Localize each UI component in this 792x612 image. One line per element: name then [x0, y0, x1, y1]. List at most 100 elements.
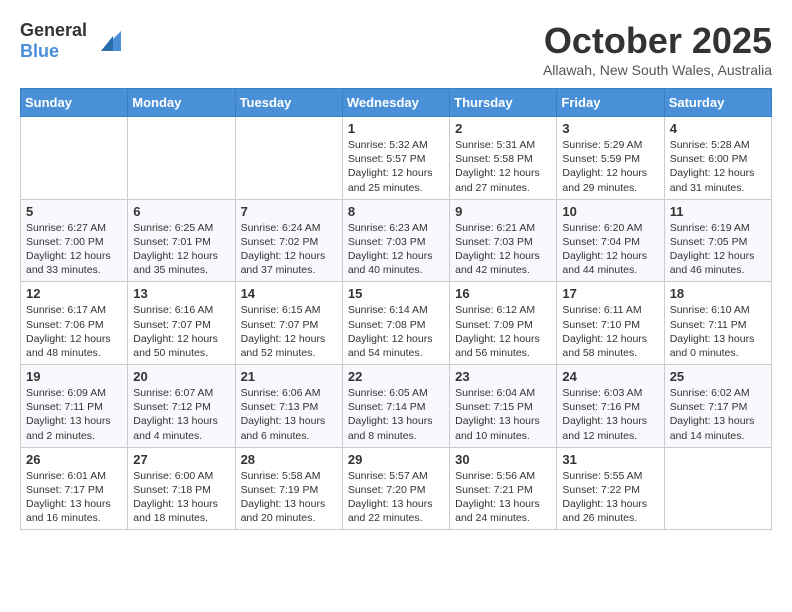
day-number: 1: [348, 121, 444, 136]
calendar-cell: [235, 117, 342, 200]
day-info: Sunset: 7:10 PM: [562, 318, 658, 332]
page-header: General Blue October 2025 Allawah, New S…: [20, 20, 772, 78]
weekday-header: Tuesday: [235, 89, 342, 117]
day-info: and 58 minutes.: [562, 346, 658, 360]
day-info: Sunset: 7:14 PM: [348, 400, 444, 414]
day-info: Daylight: 13 hours: [348, 414, 444, 428]
day-info: Daylight: 12 hours: [26, 249, 122, 263]
day-info: and 16 minutes.: [26, 511, 122, 525]
day-info: Sunset: 7:07 PM: [133, 318, 229, 332]
day-info: Daylight: 12 hours: [670, 166, 766, 180]
day-info: and 42 minutes.: [455, 263, 551, 277]
day-info: Sunrise: 5:32 AM: [348, 138, 444, 152]
day-info: and 20 minutes.: [241, 511, 337, 525]
day-number: 4: [670, 121, 766, 136]
calendar-cell: 16Sunrise: 6:12 AMSunset: 7:09 PMDayligh…: [450, 282, 557, 365]
calendar-cell: [21, 117, 128, 200]
calendar-cell: [128, 117, 235, 200]
day-info: Daylight: 13 hours: [455, 414, 551, 428]
calendar-cell: 4 Sunrise: 5:28 AMSunset: 6:00 PMDaylight…: [664, 117, 771, 200]
calendar-cell: 21Sunrise: 6:06 AMSunset: 7:13 PMDayligh…: [235, 365, 342, 448]
day-info: and 12 minutes.: [562, 429, 658, 443]
day-info: Daylight: 12 hours: [241, 249, 337, 263]
day-info: Sunset: 7:21 PM: [455, 483, 551, 497]
weekday-header: Sunday: [21, 89, 128, 117]
day-info: Sunrise: 6:11 AM: [562, 303, 658, 317]
day-info: Sunset: 7:20 PM: [348, 483, 444, 497]
calendar-table: SundayMondayTuesdayWednesdayThursdayFrid…: [20, 88, 772, 530]
day-info: Sunrise: 6:14 AM: [348, 303, 444, 317]
day-number: 8: [348, 204, 444, 219]
day-info: and 4 minutes.: [133, 429, 229, 443]
day-info: Daylight: 12 hours: [670, 249, 766, 263]
day-info: Sunset: 7:18 PM: [133, 483, 229, 497]
calendar-cell: 8Sunrise: 6:23 AMSunset: 7:03 PMDaylight…: [342, 199, 449, 282]
day-info: Daylight: 12 hours: [133, 332, 229, 346]
calendar-week-row: 5Sunrise: 6:27 AMSunset: 7:00 PMDaylight…: [21, 199, 772, 282]
day-info: Sunrise: 6:15 AM: [241, 303, 337, 317]
day-number: 29: [348, 452, 444, 467]
day-info: Sunrise: 6:24 AM: [241, 221, 337, 235]
day-info: Sunset: 7:22 PM: [562, 483, 658, 497]
day-info: and 0 minutes.: [670, 346, 766, 360]
day-info: Sunset: 7:19 PM: [241, 483, 337, 497]
calendar-cell: 1 Sunrise: 5:32 AMSunset: 5:57 PMDaylight…: [342, 117, 449, 200]
day-info: Daylight: 12 hours: [348, 166, 444, 180]
day-info: and 29 minutes.: [562, 181, 658, 195]
day-info: and 25 minutes.: [348, 181, 444, 195]
calendar-cell: 17Sunrise: 6:11 AMSunset: 7:10 PMDayligh…: [557, 282, 664, 365]
day-info: Sunrise: 6:19 AM: [670, 221, 766, 235]
calendar-cell: 29Sunrise: 5:57 AMSunset: 7:20 PMDayligh…: [342, 447, 449, 530]
day-info: Sunrise: 6:20 AM: [562, 221, 658, 235]
logo-icon: [91, 26, 121, 56]
day-info: Sunset: 7:11 PM: [670, 318, 766, 332]
day-info: and 14 minutes.: [670, 429, 766, 443]
day-info: Sunset: 7:11 PM: [26, 400, 122, 414]
day-info: Sunrise: 5:55 AM: [562, 469, 658, 483]
weekday-header: Saturday: [664, 89, 771, 117]
day-info: Daylight: 13 hours: [562, 414, 658, 428]
day-info: Sunrise: 6:06 AM: [241, 386, 337, 400]
day-info: and 26 minutes.: [562, 511, 658, 525]
day-info: Sunrise: 6:02 AM: [670, 386, 766, 400]
day-number: 21: [241, 369, 337, 384]
day-info: Daylight: 12 hours: [133, 249, 229, 263]
calendar-cell: 13Sunrise: 6:16 AMSunset: 7:07 PMDayligh…: [128, 282, 235, 365]
calendar-week-row: 1Sunrise: 5:32 AMSunset: 5:57 PMDaylight…: [21, 117, 772, 200]
day-info: and 44 minutes.: [562, 263, 658, 277]
day-number: 6: [133, 204, 229, 219]
calendar-cell: 7Sunrise: 6:24 AMSunset: 7:02 PMDaylight…: [235, 199, 342, 282]
day-info: and 24 minutes.: [455, 511, 551, 525]
day-info: Daylight: 13 hours: [670, 332, 766, 346]
day-info: Sunrise: 6:27 AM: [26, 221, 122, 235]
day-info: Daylight: 12 hours: [455, 332, 551, 346]
day-info: Daylight: 13 hours: [26, 497, 122, 511]
day-number: 2: [455, 121, 551, 136]
day-info: Sunset: 7:03 PM: [348, 235, 444, 249]
day-info: Sunrise: 5:58 AM: [241, 469, 337, 483]
day-info: Sunset: 7:04 PM: [562, 235, 658, 249]
day-info: Sunset: 7:17 PM: [26, 483, 122, 497]
calendar-cell: 18Sunrise: 6:10 AMSunset: 7:11 PMDayligh…: [664, 282, 771, 365]
day-info: Daylight: 12 hours: [241, 332, 337, 346]
calendar-cell: [664, 447, 771, 530]
weekday-header: Thursday: [450, 89, 557, 117]
day-info: Daylight: 13 hours: [562, 497, 658, 511]
day-info: and 54 minutes.: [348, 346, 444, 360]
day-info: Sunrise: 5:28 AM: [670, 138, 766, 152]
day-info: Daylight: 13 hours: [133, 497, 229, 511]
calendar-cell: 3Sunrise: 5:29 AMSunset: 5:59 PMDaylight…: [557, 117, 664, 200]
day-number: 24: [562, 369, 658, 384]
day-info: Sunset: 6:00 PM: [670, 152, 766, 166]
day-info: and 31 minutes.: [670, 181, 766, 195]
day-info: Sunset: 5:57 PM: [348, 152, 444, 166]
day-info: Sunrise: 6:09 AM: [26, 386, 122, 400]
calendar-cell: 2Sunrise: 5:31 AMSunset: 5:58 PMDaylight…: [450, 117, 557, 200]
title-block: October 2025 Allawah, New South Wales, A…: [543, 20, 772, 78]
day-info: Sunset: 7:17 PM: [670, 400, 766, 414]
day-number: 20: [133, 369, 229, 384]
day-info: Daylight: 12 hours: [562, 332, 658, 346]
day-info: and 35 minutes.: [133, 263, 229, 277]
day-info: Daylight: 13 hours: [670, 414, 766, 428]
day-info: Daylight: 13 hours: [26, 414, 122, 428]
